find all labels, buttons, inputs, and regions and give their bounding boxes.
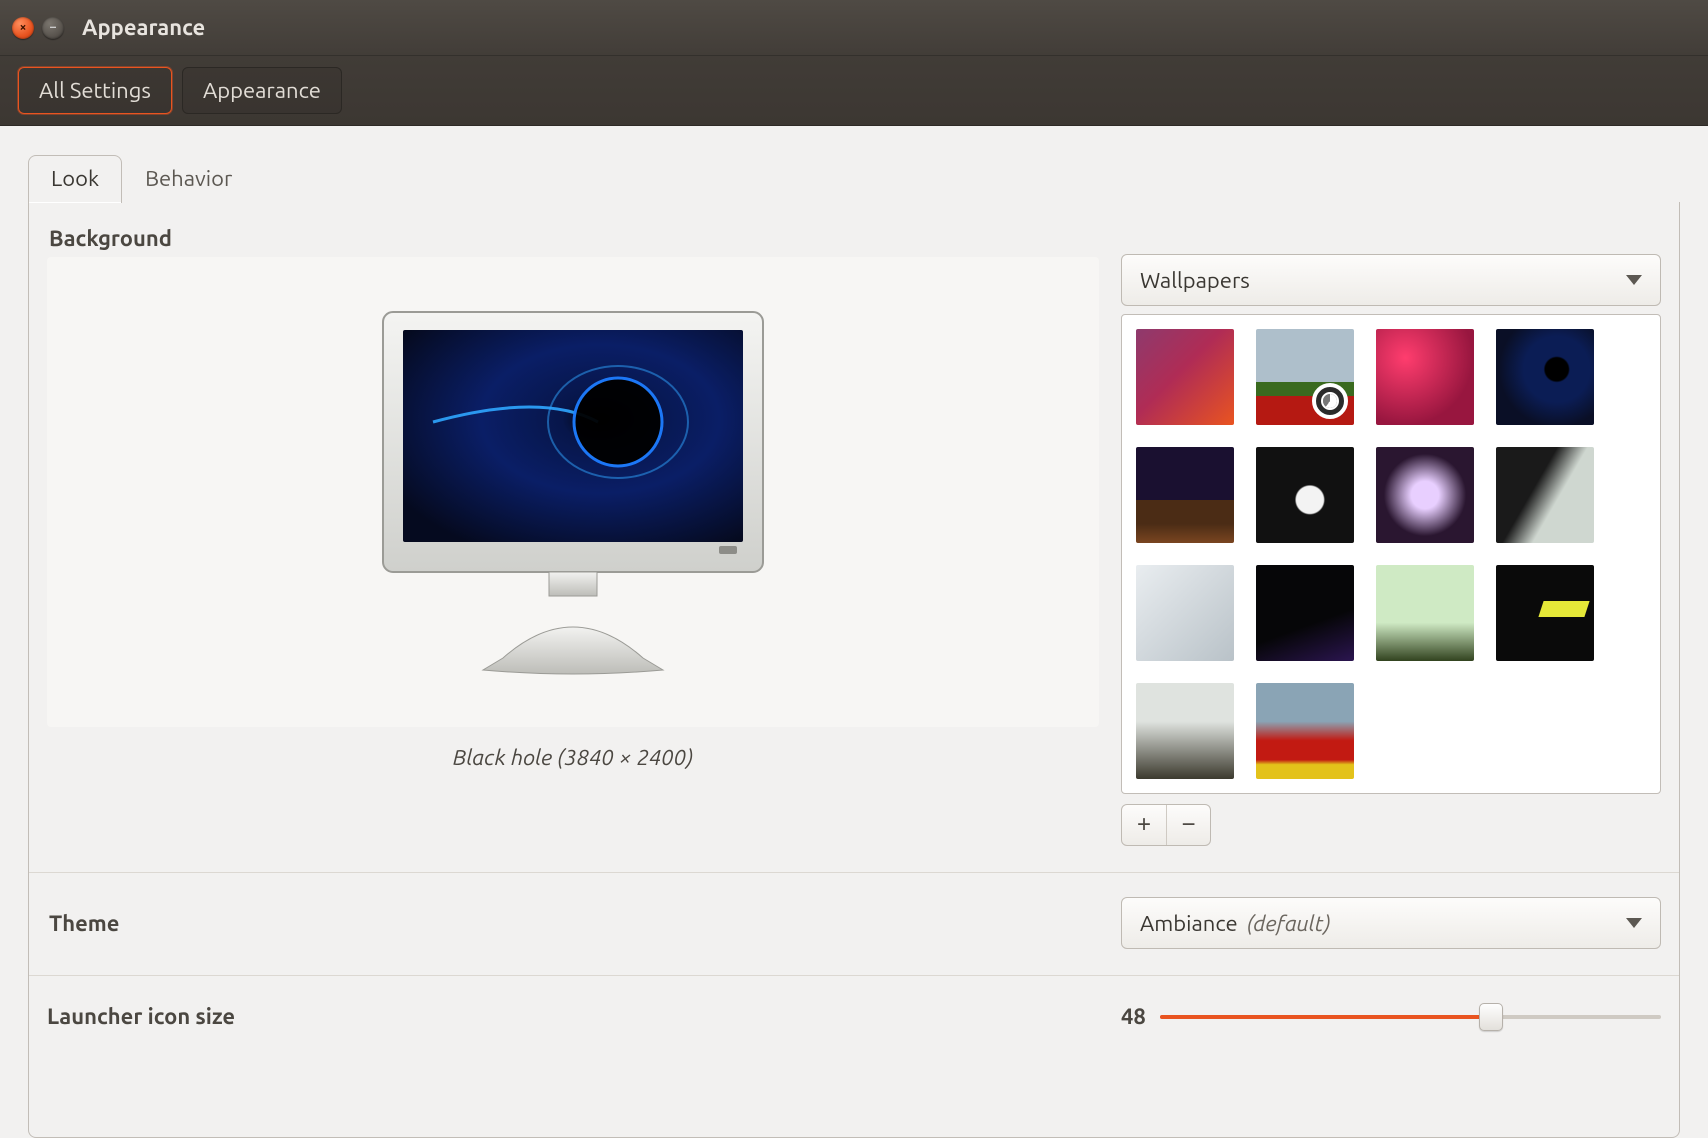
window-titlebar: × – Appearance xyxy=(0,0,1708,56)
wallpaper-thumb-yellow-petal-black[interactable] xyxy=(1496,565,1594,661)
wallpaper-thumb-bee-on-flower[interactable] xyxy=(1376,565,1474,661)
tabstrip: Look Behavior xyxy=(0,126,1708,202)
window-minimize-button[interactable]: – xyxy=(42,17,64,39)
window-title: Appearance xyxy=(82,15,205,40)
theme-suffix: (default) xyxy=(1247,911,1331,936)
wallpaper-thumb-dark-wildflowers[interactable] xyxy=(1256,565,1354,661)
wallpaper-thumb-milky-way[interactable] xyxy=(1136,447,1234,543)
wallpaper-thumb-ubuntu-default[interactable] xyxy=(1136,329,1234,425)
add-wallpaper-button[interactable]: + xyxy=(1122,805,1166,845)
background-label: Background xyxy=(49,226,1099,251)
wallpaper-source-dropdown[interactable]: Wallpapers xyxy=(1121,254,1661,306)
wallpaper-thumb-black-hole[interactable] xyxy=(1496,329,1594,425)
launcher-size-slider[interactable] xyxy=(1160,1012,1661,1022)
wallpaper-thumb-misty-forest[interactable] xyxy=(1136,683,1234,779)
wallpaper-thumb-frosted-grass[interactable] xyxy=(1496,447,1594,543)
theme-label: Theme xyxy=(49,911,119,936)
tab-panel-look: Background xyxy=(28,202,1680,1138)
launcher-size-value: 48 xyxy=(1121,1004,1146,1029)
slideshow-badge-icon xyxy=(1312,383,1348,419)
wallpaper-thumb-magenta-warp[interactable] xyxy=(1376,329,1474,425)
wallpaper-thumb-poppies-field[interactable] xyxy=(1256,329,1354,425)
wallpaper-caption: Black hole (3840 × 2400) xyxy=(47,745,1099,770)
wallpaper-thumb-soap-bubble-macro[interactable] xyxy=(1376,447,1474,543)
wallpaper-thumb-poppies-closeup[interactable] xyxy=(1256,683,1354,779)
chevron-down-icon xyxy=(1626,275,1642,285)
wallpaper-preview xyxy=(47,257,1099,727)
theme-value: Ambiance xyxy=(1140,911,1238,936)
wallpaper-source-value: Wallpapers xyxy=(1140,268,1250,293)
breadcrumb-all-settings[interactable]: All Settings xyxy=(18,67,172,114)
path-toolbar: All Settings Appearance xyxy=(0,56,1708,126)
remove-wallpaper-button[interactable]: − xyxy=(1166,805,1210,845)
tab-look[interactable]: Look xyxy=(28,155,122,203)
breadcrumb-current[interactable]: Appearance xyxy=(182,67,342,114)
wallpaper-grid-frame xyxy=(1121,314,1661,794)
wallpaper-thumb-ice-crystals[interactable] xyxy=(1136,565,1234,661)
monitor-icon xyxy=(363,302,783,682)
launcher-size-label: Launcher icon size xyxy=(47,1004,235,1029)
wallpaper-thumb-pocket-watch-bw[interactable] xyxy=(1256,447,1354,543)
chevron-down-icon xyxy=(1626,918,1642,928)
slider-handle[interactable] xyxy=(1479,1003,1503,1031)
tab-behavior[interactable]: Behavior xyxy=(122,155,255,203)
theme-dropdown[interactable]: Ambiance (default) xyxy=(1121,897,1661,949)
window-close-button[interactable]: × xyxy=(12,17,34,39)
